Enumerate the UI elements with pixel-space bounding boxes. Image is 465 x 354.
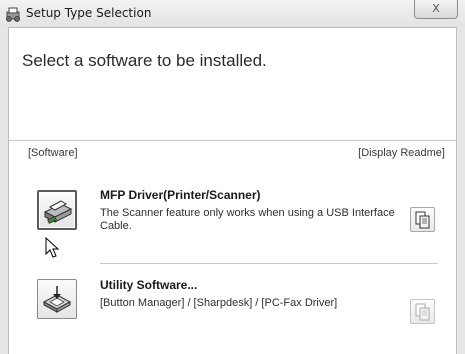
title-bar[interactable]: Setup Type Selection X (0, 0, 465, 27)
mfp-driver-readme-button[interactable] (410, 207, 435, 232)
setup-window: Setup Type Selection X Select a software… (0, 0, 465, 354)
window-title: Setup Type Selection (26, 6, 152, 20)
section-divider (9, 140, 456, 141)
utility-software-title: Utility Software... (100, 278, 198, 292)
mfp-driver-install-button[interactable] (37, 190, 77, 230)
close-icon: X (432, 2, 440, 15)
utility-software-readme-button[interactable] (410, 299, 435, 324)
mfp-driver-description-line2: Cable. (100, 220, 132, 232)
mfp-driver-description-line1: The Scanner feature only works when usin… (100, 207, 395, 219)
software-column-label: [Software] (28, 147, 78, 159)
close-button[interactable]: X (414, 0, 458, 19)
printer-scanner-icon (43, 200, 73, 224)
readme-column-label: [Display Readme] (358, 147, 445, 159)
setup-app-icon (6, 7, 20, 22)
item-divider (100, 263, 438, 264)
utility-software-description: [Button Manager] / [Sharpdesk] / [PC-Fax… (100, 297, 338, 309)
readme-document-icon (415, 211, 430, 229)
page-heading: Select a software to be installed. (22, 51, 267, 70)
utility-software-icon (42, 286, 72, 313)
mfp-driver-title: MFP Driver(Printer/Scanner) (100, 188, 261, 202)
readme-document-icon (415, 303, 430, 321)
utility-software-install-button[interactable] (37, 279, 77, 319)
